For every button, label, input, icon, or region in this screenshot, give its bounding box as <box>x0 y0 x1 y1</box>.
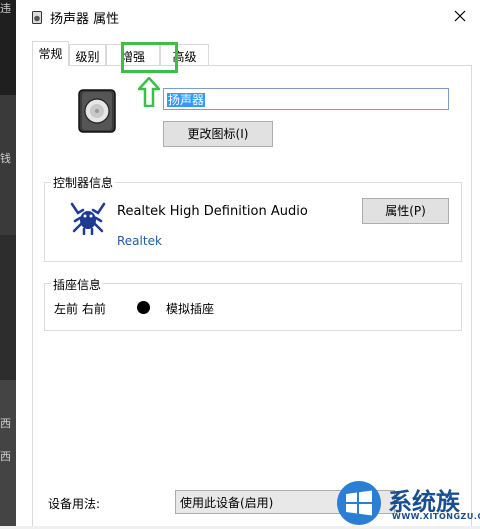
jack-color-dot <box>137 301 150 314</box>
watermark: 系统族 WWW.XITONGZU.COM <box>334 480 480 526</box>
close-icon <box>454 10 466 22</box>
controller-properties-button[interactable]: 属性(P) <box>362 198 449 224</box>
windows-logo-icon <box>337 481 381 525</box>
tab-bar: 常规 级别 增强 高级 <box>32 41 472 66</box>
titlebar[interactable]: 扬声器 属性 <box>16 0 480 32</box>
jack-type: 模拟插座 <box>166 302 215 316</box>
window-title: 扬声器 属性 <box>50 12 120 27</box>
background-text: 西 <box>0 417 11 430</box>
device-usage-value: 使用此设备(启用) <box>180 496 274 510</box>
jack-position: 左前 右前 <box>54 302 106 316</box>
background-text: 钱 <box>0 152 11 165</box>
speaker-small-icon <box>32 11 42 24</box>
controller-info-label: 控制器信息 <box>51 174 116 191</box>
tab-general[interactable]: 常规 <box>32 41 69 66</box>
controller-vendor-link[interactable]: Realtek <box>117 234 162 248</box>
jack-info-group <box>44 283 462 331</box>
jack-info-label: 插座信息 <box>51 276 104 293</box>
device-name-input[interactable]: 扬声器 <box>163 88 449 110</box>
controller-name: Realtek High Definition Audio <box>117 204 308 219</box>
properties-dialog: 扬声器 属性 常规 级别 增强 高级 扬声器 更改图标(I) 控制器信息 Rea… <box>16 0 480 526</box>
device-name-value: 扬声器 <box>167 93 206 107</box>
change-icon-button[interactable]: 更改图标(I) <box>163 121 273 147</box>
speaker-icon <box>78 89 116 133</box>
background-text: 西 <box>0 450 11 463</box>
watermark-url: WWW.XITONGZU.COM <box>392 512 480 521</box>
background-text: 违 <box>0 2 11 15</box>
annotation-highlight-box <box>121 42 178 73</box>
close-button[interactable] <box>440 0 480 32</box>
tab-levels[interactable]: 级别 <box>69 44 106 65</box>
background-window: 违 钱 西 西 <box>0 0 16 526</box>
up-arrow-icon <box>136 76 162 110</box>
device-usage-label: 设备用法: <box>48 497 101 511</box>
realtek-crab-icon <box>69 201 107 238</box>
